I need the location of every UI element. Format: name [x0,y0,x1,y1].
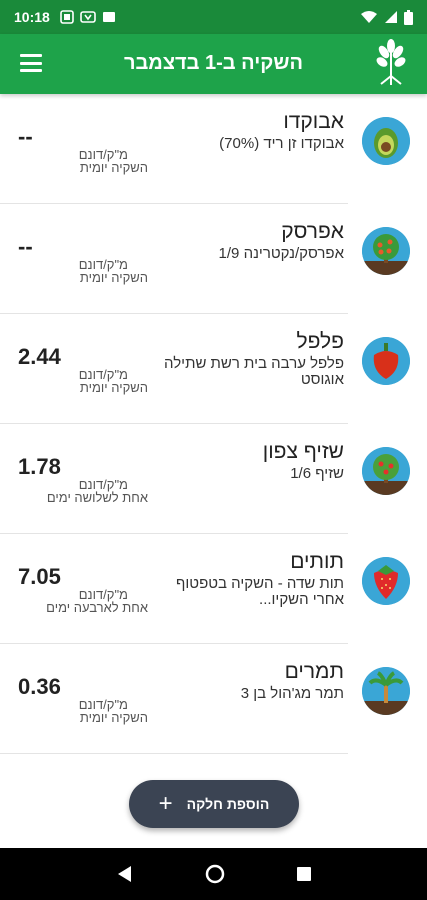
notification-icon [80,11,96,23]
plum-tree-icon [362,447,410,495]
irrigation-frequency: השקיה יומית [79,160,148,175]
crop-variety: תמר מג'הול בן 3 [240,685,344,702]
crop-variety: אבוקדו זן ריד (70%) [219,135,344,152]
peach-tree-icon [362,227,410,275]
irrigation-frequency: השקיה יומית [79,270,148,285]
back-icon[interactable] [116,865,134,883]
signal-icon [385,11,397,23]
crop-name: שזיף צפון [262,440,344,463]
home-icon[interactable] [205,864,225,884]
crop-name: תותים [290,550,344,573]
menu-icon[interactable] [20,54,42,72]
crop-name: תמרים [284,660,344,683]
irrigation-frequency: השקיה יומית [79,380,148,395]
crop-list: אבוקדו אבוקדו זן ריד (70%) -- מ"ק/דונם ה… [0,94,410,754]
notification-icon [102,12,115,22]
irrigation-frequency: אחת לשלושה ימים [46,490,148,505]
strawberry-icon [362,557,410,605]
irrigation-frequency: אחת לארבעה ימים [46,600,148,615]
list-item[interactable]: תמרים תמר מג'הול בן 3 0.36 מ"ק/דונם השקי… [0,644,410,754]
pepper-icon [362,337,410,385]
crop-variety: אפרסק/נקטרינה 1/9 [218,245,344,262]
crop-name: אבוקדו [283,110,344,133]
wifi-icon [361,11,377,23]
status-bar: 10:18 [0,0,427,34]
list-item[interactable]: שזיף צפון שזיף 1/6 1.78 מ"ק/דונם אחת לשל… [0,424,410,534]
crop-variety: שזיף 1/6 [290,465,344,482]
app-logo-icon [376,39,406,85]
crop-name: פלפל [296,330,344,353]
status-time: 10:18 [14,9,50,25]
add-plot-label: הוספת חלקה [186,796,270,812]
add-plot-button[interactable]: הוספת חלקה + [129,780,299,828]
list-item[interactable]: אפרסק אפרסק/נקטרינה 1/9 -- מ"ק/דונם השקי… [0,204,410,314]
list-item[interactable]: תותים תות שדה - השקיה בטפטוף אחרי השקיו.… [0,534,410,644]
palm-tree-icon [362,667,410,715]
crop-variety: תות שדה - השקיה בטפטוף אחרי השקיו... [176,575,344,608]
app-bar: השקיה ב-1 בדצמבר [0,34,427,94]
plus-icon: + [158,790,173,817]
list-item[interactable]: אבוקדו אבוקדו זן ריד (70%) -- מ"ק/דונם ה… [0,94,410,204]
irrigation-frequency: השקיה יומית [79,710,148,725]
crop-variety: פלפל ערבה בית רשת שתילה אוגוסט [164,355,344,388]
recents-icon[interactable] [296,866,312,882]
list-item[interactable]: פלפל פלפל ערבה בית רשת שתילה אוגוסט 2.44… [0,314,410,424]
page-title: השקיה ב-1 בדצמבר [123,52,303,74]
avocado-icon [362,117,410,165]
crop-name: אפרסק [281,220,344,243]
system-nav-bar [0,848,427,900]
notification-icon [60,10,74,24]
battery-icon [404,9,413,25]
